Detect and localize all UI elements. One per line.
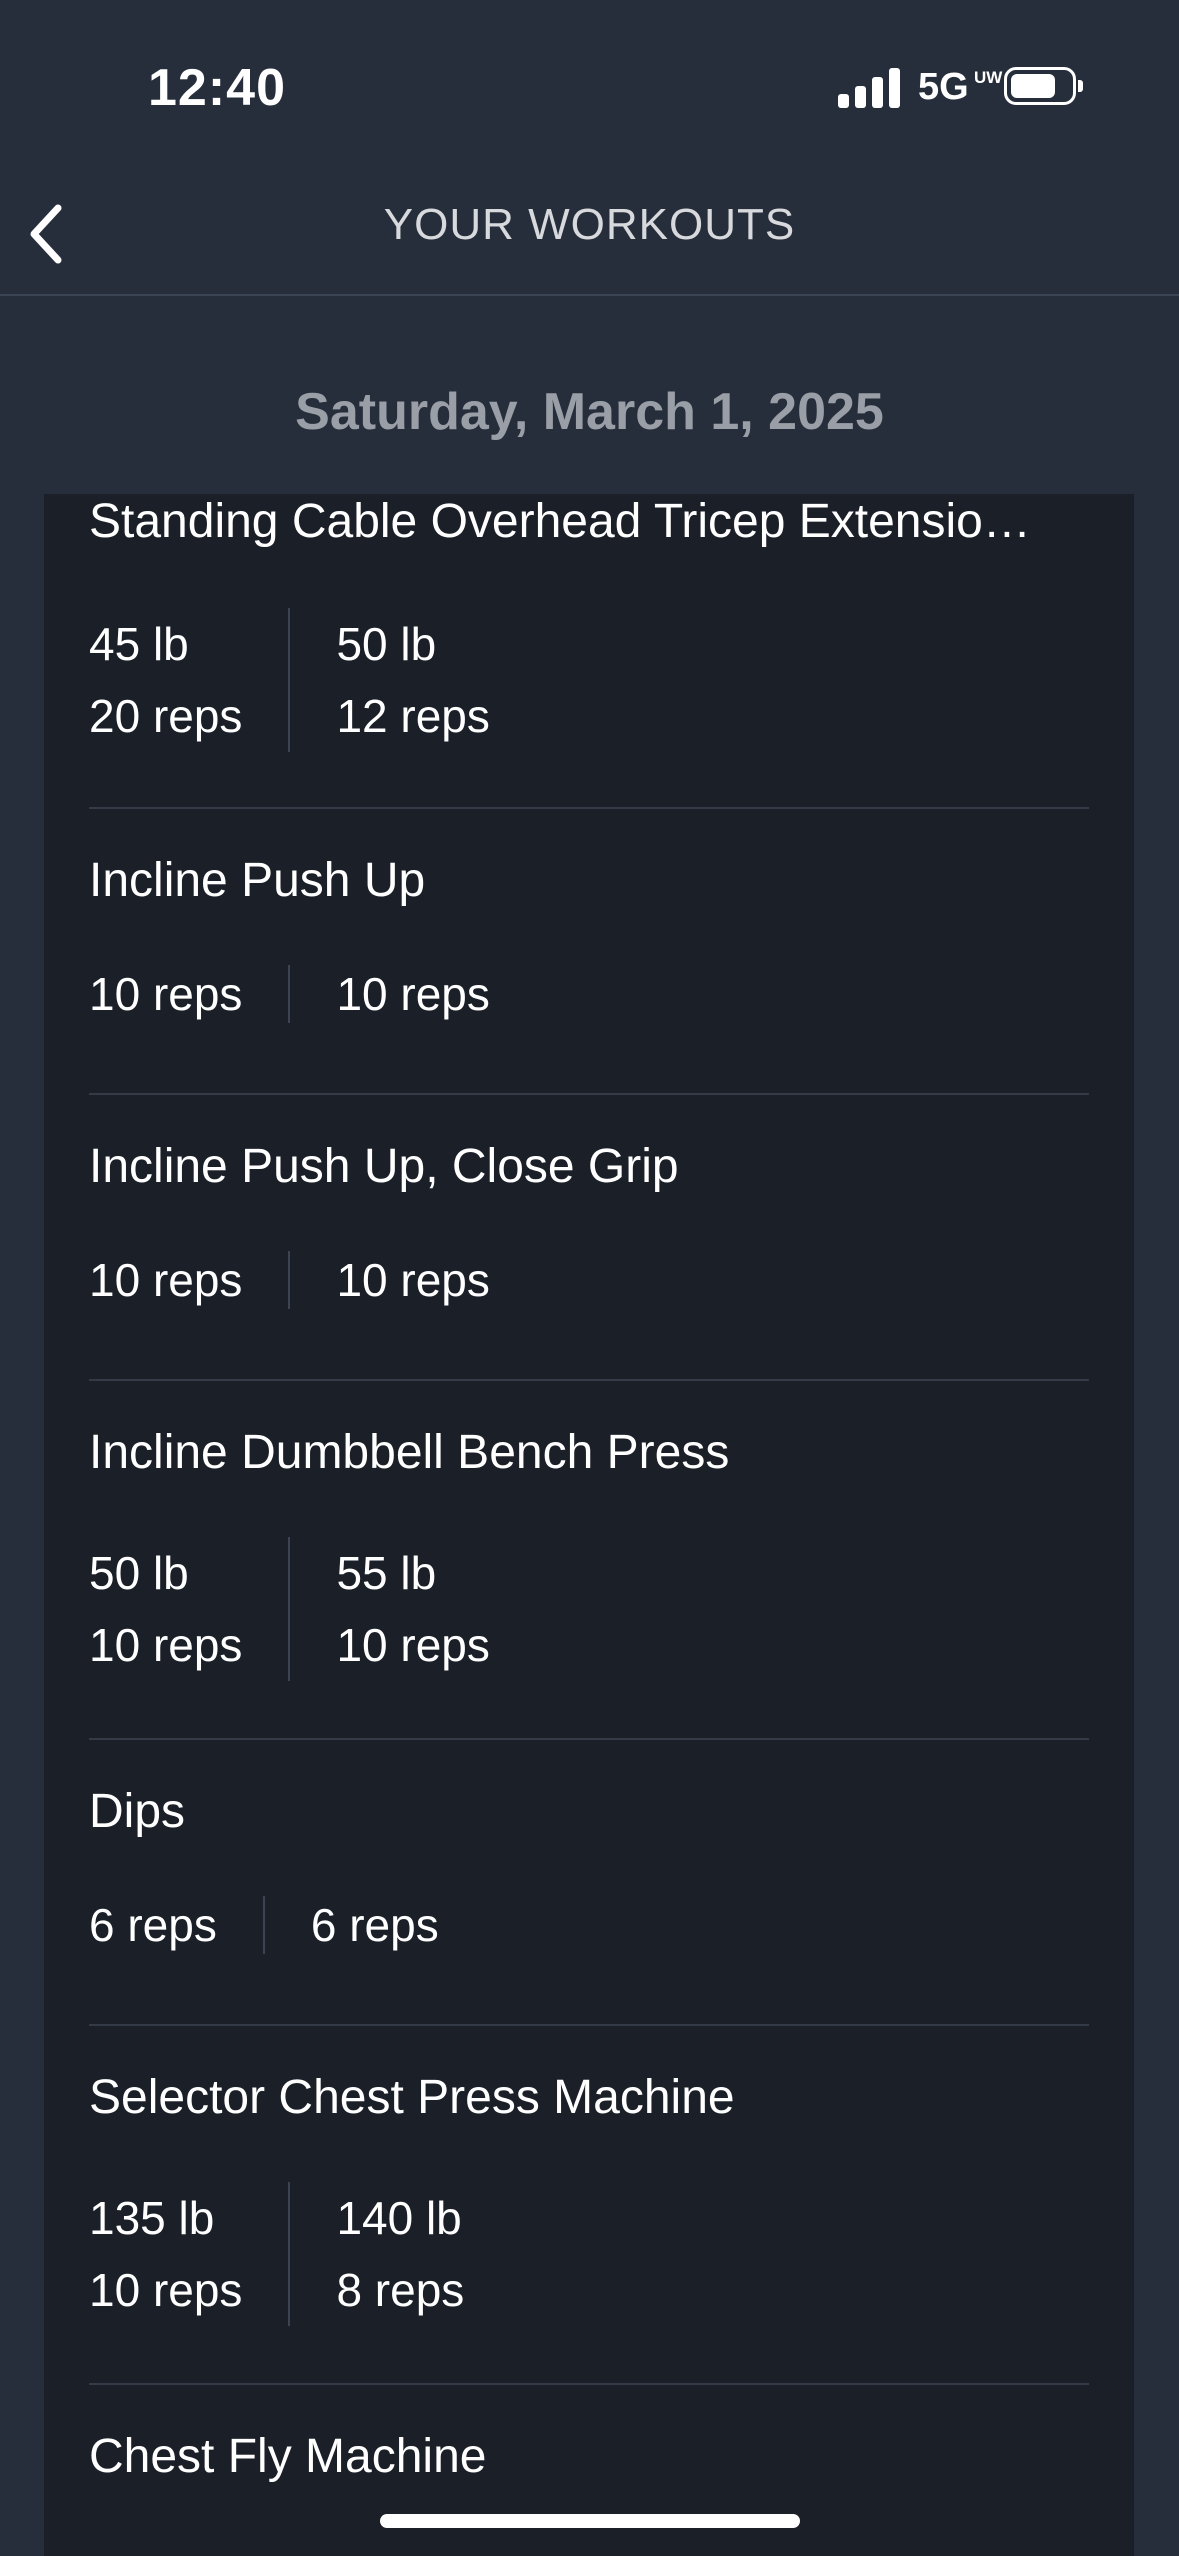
workout-list: Standing Cable Overhead Tricep Extensio…… [44,494,1134,2556]
set-weight: 45 lb [89,618,189,670]
exercise-item[interactable]: Standing Cable Overhead Tricep Extensio…… [89,494,1089,809]
exercise-name: Dips [89,1785,186,1838]
set-reps: 10 reps [89,1254,243,1306]
nav-bar: YOUR WORKOUTS [0,170,1179,296]
exercise-name: Incline Push Up [89,854,426,907]
set-reps: 20 reps [89,690,243,742]
set-divider [288,2182,291,2326]
date-heading: Saturday, March 1, 2025 [295,383,884,441]
network-indicator: 5G UW [918,66,1002,109]
exercise-item[interactable]: Incline Push Up 10 reps 10 reps [89,809,1089,1095]
set-2: 50 lb 12 reps [336,608,489,752]
set-weight: 140 lb [336,2192,462,2244]
exercise-item[interactable]: Dips 6 reps 6 reps [89,1740,1089,2026]
set-reps: 10 reps [89,1619,243,1671]
set-reps: 12 reps [336,690,490,742]
set-weight: 50 lb [89,1547,189,1599]
set-2: 140 lb 8 reps [336,2182,464,2326]
set-weight: 135 lb [89,2192,215,2244]
set-2: 55 lb 10 reps [336,1537,489,1681]
set-weight: 55 lb [336,1547,437,1599]
status-bar: 12:40 5G UW [0,0,1179,170]
set-2: 10 reps [336,1251,489,1309]
exercise-name: Standing Cable Overhead Tricep Extensio… [89,495,1031,548]
set-weight: 50 lb [336,618,437,670]
network-badge: UW [974,68,1003,87]
home-indicator[interactable] [380,2514,800,2528]
exercise-item[interactable]: Incline Dumbbell Bench Press 50 lb 10 re… [89,1381,1089,1740]
set-reps: 10 reps [336,1619,490,1671]
set-1: 6 reps [89,1896,217,1954]
set-divider [288,1537,291,1681]
exercise-item[interactable]: Incline Push Up, Close Grip 10 reps 10 r… [89,1095,1089,1381]
network-type: 5G [918,66,969,108]
set-divider [288,608,291,752]
exercise-name: Incline Push Up, Close Grip [89,1140,679,1193]
status-time: 12:40 [148,59,286,117]
set-1: 10 reps [89,965,242,1023]
cellular-signal-icon [838,66,900,108]
exercise-item[interactable]: Chest Fly Machine [89,2385,1089,2556]
set-divider [262,1896,265,1954]
set-reps: 10 reps [89,2264,243,2316]
set-2: 10 reps [336,965,489,1023]
set-1: 45 lb 20 reps [89,608,242,752]
set-reps: 6 reps [89,1899,217,1951]
exercise-name: Chest Fly Machine [89,2430,487,2483]
set-divider [288,965,291,1023]
set-2: 6 reps [311,1896,439,1954]
set-reps: 6 reps [310,1899,439,1951]
battery-icon [1004,67,1083,105]
exercise-name: Incline Dumbbell Bench Press [89,1426,730,1479]
set-reps: 10 reps [89,968,243,1020]
set-1: 135 lb 10 reps [89,2182,242,2326]
set-1: 10 reps [89,1251,242,1309]
set-reps: 10 reps [336,968,490,1020]
set-divider [288,1251,291,1309]
set-1: 50 lb 10 reps [89,1537,242,1681]
set-reps: 8 reps [336,2264,465,2316]
page-title: YOUR WORKOUTS [383,200,796,249]
exercise-name: Selector Chest Press Machine [89,2071,735,2124]
set-reps: 10 reps [336,1254,490,1306]
exercise-item[interactable]: Selector Chest Press Machine 135 lb 10 r… [89,2026,1089,2385]
